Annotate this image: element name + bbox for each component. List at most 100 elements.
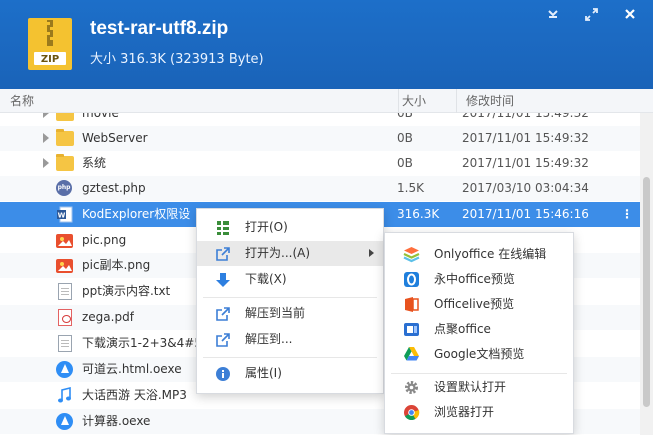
dianju-office-icon [404,323,419,336]
more-options-icon[interactable]: ⋮ [620,202,634,227]
archive-title: test-rar-utf8.zip [90,18,229,39]
office-live-icon [405,297,419,312]
file-name: pic.png [82,233,127,247]
column-header: 名称 大小 修改时间 [0,89,653,113]
submenu-label: Officelive预览 [434,297,515,311]
file-name: 可道云.html.oexe [82,362,182,376]
gear-icon [405,381,418,394]
file-name: ppt演示内容.txt [82,284,171,298]
svg-text:W: W [58,212,66,220]
open-with-submenu: Onlyoffice 在线编辑 永中office预览 Officelive预览 … [384,232,574,434]
open-external-icon [216,247,230,261]
google-drive-icon [404,347,419,361]
submenu-item-onlyoffice[interactable]: Onlyoffice 在线编辑 [385,242,573,267]
submenu-arrow-icon [369,249,374,257]
submenu-item-yozo[interactable]: 永中office预览 [385,267,573,292]
info-icon [216,367,230,381]
submenu-label: 永中office预览 [434,272,515,286]
onlyoffice-icon [403,247,420,263]
file-size: 0B [397,131,413,145]
submenu-item-google[interactable]: Google文档预览 [385,342,573,367]
music-file-icon [56,386,74,404]
menu-item-properties[interactable]: 属性(I) [197,361,383,386]
archive-size: 大小 316.3K (323913 Byte) [90,52,264,67]
folder-icon [56,129,74,147]
menu-label: 打开(O) [245,220,288,234]
menu-item-open[interactable]: 打开(O) [197,215,383,240]
submenu-label: Google文档预览 [434,347,525,361]
extract-icon [216,307,230,321]
expand-icon [584,7,598,21]
column-size[interactable]: 大小 [398,89,455,113]
minimize-button[interactable] [542,4,564,24]
expand-arrow-icon[interactable] [43,158,49,168]
submenu-label: 浏览器打开 [434,405,495,419]
file-date: 2017/03/10 03:04:34 [462,181,589,195]
open-icon [217,221,229,235]
download-icon [216,273,230,287]
file-date: 2017/11/01 15:49:32 [462,113,589,120]
submenu-item-set-default[interactable]: 设置默认打开 [385,375,573,400]
app-file-icon [56,413,74,430]
list-item[interactable]: movie 0B 2017/11/01 15:49:32 [0,113,640,126]
file-name: 大话西游 天浴.MP3 [82,388,187,402]
column-modified[interactable]: 修改时间 [456,89,636,113]
menu-item-extract-here[interactable]: 解压到当前 [197,301,383,326]
close-icon [625,9,635,19]
menu-item-open-with[interactable]: 打开为...(A) [197,241,383,266]
text-file-icon [56,283,74,300]
folder-icon [56,154,74,172]
chrome-icon [404,405,420,421]
submenu-item-officelive[interactable]: Officelive预览 [385,292,573,317]
menu-item-extract-to[interactable]: 解压到... [197,327,383,352]
menu-separator [203,297,377,298]
extract-icon [216,333,230,347]
php-file-icon: php [56,180,74,197]
list-item[interactable]: php gztest.php 1.5K 2017/03/10 03:04:34 [0,176,640,201]
file-name: pic副本.png [82,258,151,272]
zip-label: ZIP [41,54,59,65]
file-date: 2017/11/01 15:46:16 [462,207,589,221]
file-name: zega.pdf [82,310,134,324]
menu-label: 属性(I) [245,366,282,380]
submenu-label: Onlyoffice 在线编辑 [434,247,547,261]
scrollbar-thumb[interactable] [643,177,650,407]
file-size: 0B [397,156,413,170]
pdf-file-icon [56,309,74,326]
file-name: gztest.php [82,181,146,195]
list-scrollbar[interactable] [640,113,653,435]
close-button[interactable] [619,4,641,24]
minimize-icon [548,10,558,18]
zip-archive-icon: ZIP [28,18,72,70]
file-name: movie [82,113,119,120]
file-date: 2017/11/01 15:49:32 [462,131,589,145]
image-file-icon [56,232,74,249]
list-item[interactable]: 系统 0B 2017/11/01 15:49:32 [0,151,640,176]
submenu-label: 设置默认打开 [434,380,507,394]
file-size: 0B [397,113,413,120]
column-name[interactable]: 名称 [10,89,34,113]
file-name: 下载演示1-2+3&4#5 [82,336,202,350]
menu-label: 下载(X) [245,272,287,286]
menu-separator [203,357,377,358]
file-size: 316.3K [397,207,440,221]
file-name: KodExplorer权限设 [82,207,191,221]
submenu-label: 点聚office [434,322,491,336]
expand-arrow-icon[interactable] [43,113,49,118]
file-date: 2017/11/01 15:49:32 [462,156,589,170]
folder-icon [56,113,74,122]
menu-label: 解压到当前 [245,306,306,320]
text-file-icon [56,335,74,352]
file-name: 计算器.oexe [82,414,151,428]
file-name: WebServer [82,131,148,145]
list-item[interactable]: WebServer 0B 2017/11/01 15:49:32 [0,126,640,151]
maximize-button[interactable] [580,4,602,24]
app-file-icon [56,361,74,378]
submenu-item-dianju[interactable]: 点聚office [385,317,573,342]
expand-arrow-icon[interactable] [43,133,49,143]
menu-item-download[interactable]: 下载(X) [197,267,383,292]
submenu-separator [391,373,567,374]
submenu-item-browser[interactable]: 浏览器打开 [385,400,573,425]
file-info-header: ZIP test-rar-utf8.zip 大小 316.3K (323913 … [0,0,653,89]
word-file-icon: W [56,206,74,223]
